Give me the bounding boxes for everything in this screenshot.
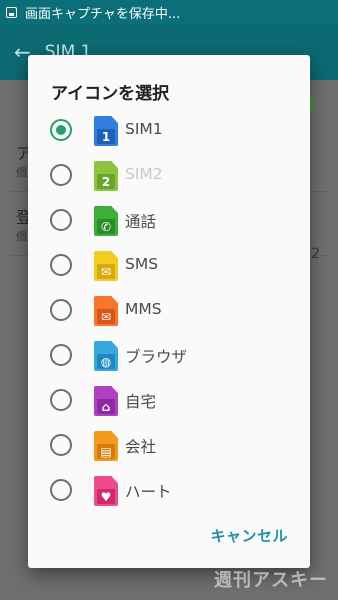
icon-option-label: SMS (125, 255, 159, 273)
icon-option-label: 通話 (125, 213, 157, 231)
mms-icon: ✉ (94, 296, 118, 326)
sim-glyph: 1 (97, 129, 115, 144)
sim-glyph: ✉ (97, 309, 115, 324)
office-icon: ▤ (94, 431, 118, 461)
icon-option-label: ハート (125, 483, 172, 501)
sim-glyph: ▤ (97, 444, 115, 459)
radio-button[interactable] (50, 389, 72, 411)
radio-button[interactable] (50, 479, 72, 501)
browser-icon: ◍ (94, 341, 118, 371)
sim-glyph: ✉ (97, 264, 115, 279)
screenshot-icon (6, 6, 17, 18)
icon-option-label: SIM1 (125, 120, 163, 138)
icon-option-label: SIM2 (125, 165, 163, 183)
sim-glyph: ◍ (97, 354, 115, 369)
heart-icon: ♥ (94, 476, 118, 506)
sms-icon: ✉ (94, 251, 118, 281)
icon-option-office[interactable]: ▤ 会社 (28, 423, 310, 468)
sim-glyph: ♥ (97, 489, 115, 504)
background-row-subtitle: 個 (16, 230, 27, 243)
radio-button[interactable] (50, 254, 72, 276)
sim1-icon: 1 (94, 116, 118, 146)
icon-select-dialog: アイコンを選択 1 SIM1 2 SIM2 ✆ 通話 ✉ SMS ✉ MMS ◍ ブラウザ ⌂ 自宅 ▤ 会社… (28, 55, 310, 568)
status-bar: 画面キャプチャを保存中... (0, 0, 338, 24)
sim2-icon: 2 (94, 161, 118, 191)
icon-option-home[interactable]: ⌂ 自宅 (28, 378, 310, 423)
icon-option-sim1[interactable]: 1 SIM1 (28, 108, 310, 153)
radio-button[interactable] (50, 209, 72, 231)
background-row-subtitle: 個 (16, 166, 27, 179)
sim-glyph: 2 (97, 174, 115, 189)
radio-button[interactable] (50, 299, 72, 321)
icon-option-label: 会社 (125, 438, 157, 456)
sim-glyph: ⌂ (97, 399, 115, 414)
home-icon: ⌂ (94, 386, 118, 416)
icon-option-label: MMS (125, 300, 162, 318)
icon-option-phone[interactable]: ✆ 通話 (28, 198, 310, 243)
dialog-title: アイコンを選択 (51, 84, 170, 104)
icon-option-label: 自宅 (125, 393, 157, 411)
cancel-button[interactable]: キャンセル (210, 525, 288, 546)
radio-button[interactable] (50, 119, 72, 141)
icon-option-sim2[interactable]: 2 SIM2 (28, 153, 310, 198)
radio-button[interactable] (50, 434, 72, 456)
icon-option-browser[interactable]: ◍ ブラウザ (28, 333, 310, 378)
icon-option-sms[interactable]: ✉ SMS (28, 243, 310, 288)
icon-option-heart[interactable]: ♥ ハート (28, 468, 310, 513)
sim-glyph: ✆ (97, 219, 115, 234)
icon-option-mms[interactable]: ✉ MMS (28, 288, 310, 333)
icon-option-label: ブラウザ (125, 348, 188, 366)
status-bar-text: 画面キャプチャを保存中... (25, 6, 181, 22)
background-right-text: 2 (311, 246, 320, 262)
radio-button[interactable] (50, 164, 72, 186)
radio-button[interactable] (50, 344, 72, 366)
watermark: 週刊アスキー (214, 570, 328, 591)
phone-icon: ✆ (94, 206, 118, 236)
